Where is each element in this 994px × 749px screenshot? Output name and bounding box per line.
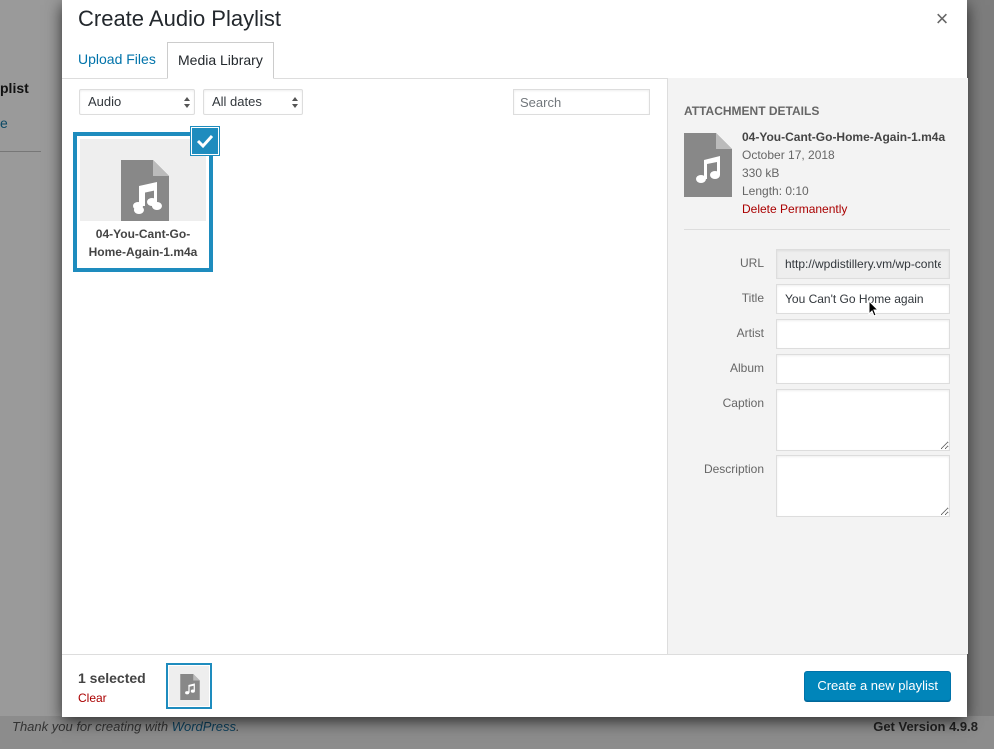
media-type-filter[interactable]: Audio (79, 89, 195, 115)
details-filename: 04-You-Cant-Go-Home-Again-1.m4a (742, 130, 946, 144)
footer-suffix: . (236, 719, 240, 734)
admin-background-left: plist e (0, 0, 62, 749)
footer-thanks-text: Thank you for creating with (12, 719, 172, 734)
media-toolbar: 1 selected Clear Create a new playlist (62, 654, 967, 717)
details-divider (684, 229, 950, 230)
details-size: 330 kB (742, 166, 780, 180)
admin-background-right (967, 0, 994, 749)
media-search-input[interactable] (513, 89, 650, 115)
details-length: Length: 0:10 (742, 184, 809, 198)
caption-field[interactable] (776, 389, 950, 451)
media-type-value: Audio (88, 94, 122, 109)
artist-label: Artist (736, 326, 764, 340)
selected-attachment-thumb[interactable] (166, 663, 212, 709)
date-filter-value: All dates (212, 94, 262, 109)
title-label: Title (741, 291, 764, 305)
select-arrows-icon (184, 97, 190, 108)
date-filter[interactable]: All dates (203, 89, 303, 115)
selected-check-icon[interactable] (192, 128, 218, 154)
album-field[interactable] (776, 354, 950, 384)
artist-field[interactable] (776, 319, 950, 349)
admin-menu-text: plist (0, 80, 29, 96)
selection-count: 1 selected (78, 670, 146, 686)
attachment-filename: 04-You-Cant-Go-Home-Again-1.m4a (80, 221, 206, 265)
details-date: October 17, 2018 (742, 148, 835, 162)
caption-label: Caption (722, 396, 764, 410)
description-field[interactable] (776, 455, 950, 517)
checkmark-icon (196, 134, 214, 149)
tab-media-library[interactable]: Media Library (167, 42, 274, 79)
audio-file-icon (684, 133, 732, 197)
media-router: Upload Files Media Library (62, 42, 967, 79)
audio-file-icon (180, 674, 200, 700)
album-label: Album (729, 361, 764, 375)
clear-selection-link[interactable]: Clear (78, 691, 107, 705)
select-arrows-icon (292, 97, 298, 108)
description-label: Description (703, 462, 764, 476)
admin-footer: Thank you for creating with WordPress. G… (0, 716, 994, 749)
modal-title: Create Audio Playlist (78, 6, 281, 31)
footer-wordpress-link: WordPress (171, 719, 236, 734)
admin-divider (0, 151, 41, 152)
close-icon[interactable]: × (931, 8, 953, 30)
attachment-details-sidebar: Attachment Details 04-You-Cant-Go-Home-A… (667, 78, 968, 654)
title-field[interactable] (776, 284, 950, 314)
footer-version: Get Version 4.9.8 (873, 719, 978, 734)
details-heading: Attachment Details (684, 104, 820, 118)
create-playlist-button[interactable]: Create a new playlist (804, 671, 951, 701)
media-modal: Create Audio Playlist × Upload Files Med… (62, 0, 968, 717)
file-details: 04-You-Cant-Go-Home-Again-1.m4a October … (742, 128, 945, 218)
mouse-cursor-icon (868, 300, 880, 317)
tab-upload-files[interactable]: Upload Files (68, 42, 166, 77)
delete-permanently-link[interactable]: Delete Permanently (742, 200, 945, 218)
audio-file-icon (121, 160, 169, 224)
url-label: URL (739, 256, 764, 270)
url-field[interactable] (776, 249, 950, 279)
admin-menu-link: e (0, 115, 8, 131)
